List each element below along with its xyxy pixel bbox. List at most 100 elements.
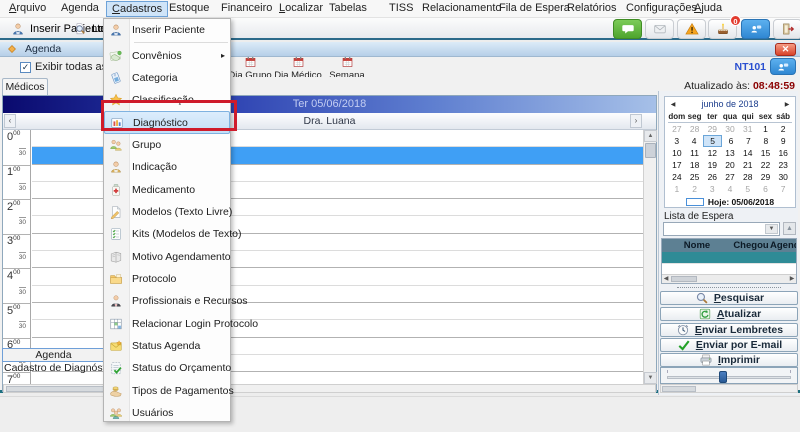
calendar-day[interactable]: 2	[686, 183, 704, 195]
contacts-button[interactable]	[741, 19, 770, 39]
calendar-day[interactable]: 8	[757, 135, 774, 147]
menu-option-medicamento[interactable]: Medicamento	[104, 178, 230, 200]
calendar-day[interactable]: 27	[721, 171, 739, 183]
bottom-tab-agenda[interactable]: Agenda	[2, 348, 105, 362]
menu-item-arquivo[interactable]: Arquivo	[4, 1, 51, 17]
calendar-day[interactable]: 7	[740, 135, 757, 147]
waitlist-selected-row[interactable]	[662, 252, 796, 263]
calendar-day[interactable]: 4	[721, 183, 739, 195]
view-button-dia-grupo[interactable]: Dia Grupo	[228, 57, 272, 77]
menu-option-motivo-agendamento[interactable]: Motivo Agendamento	[104, 245, 230, 267]
menu-option-profissionais-e-recursos[interactable]: Profissionais e Recursos	[104, 290, 230, 312]
calendar-day[interactable]: 27	[668, 123, 686, 135]
calendar-day[interactable]: 30	[721, 123, 739, 135]
menu-option-protocolo[interactable]: Protocolo	[104, 268, 230, 290]
chat-button[interactable]	[613, 19, 642, 39]
calendar-day[interactable]: 12	[703, 147, 721, 159]
right-hscrollbar[interactable]	[660, 384, 798, 393]
enviar-lembretes-button[interactable]: Enviar Lembretes	[660, 323, 798, 337]
calendar-day[interactable]: 4	[685, 135, 702, 147]
vertical-scrollbar[interactable]: ▲ ▼	[643, 130, 656, 384]
mail-button[interactable]	[645, 19, 674, 39]
calendar-day[interactable]: 18	[686, 159, 704, 171]
calendar-day[interactable]: 31	[739, 123, 757, 135]
waitlist-empty-row[interactable]	[662, 263, 796, 274]
calendar-day[interactable]: 3	[703, 183, 721, 195]
calendar-day[interactable]: 14	[739, 147, 757, 159]
slider-thumb[interactable]	[719, 371, 727, 383]
calendar-next-icon[interactable]: ▶	[782, 100, 792, 109]
view-button-semana[interactable]: Semana	[327, 57, 367, 77]
right-hscroll-thumb[interactable]	[662, 386, 696, 392]
menu-item-tiss[interactable]: TISS	[384, 1, 418, 17]
calendar-day[interactable]: 28	[686, 123, 704, 135]
enviar-por-e-mail-button[interactable]: Enviar por E-mail	[660, 338, 798, 352]
waitlist-collapse-icon[interactable]: ▲	[783, 222, 796, 235]
calendar-day[interactable]: 26	[703, 171, 721, 183]
menu-option-status-agenda[interactable]: Status Agenda	[104, 335, 230, 357]
prev-doctor-button[interactable]: ‹	[4, 114, 16, 128]
menu-item-localizar[interactable]: Localizar	[274, 1, 328, 17]
calendar-day[interactable]: 28	[739, 171, 757, 183]
menu-item-cadastros[interactable]: Cadastros	[106, 1, 168, 17]
calendar-day[interactable]: 7	[774, 183, 792, 195]
calendar-day[interactable]: 29	[703, 123, 721, 135]
tab-medicos[interactable]: Médicos	[2, 78, 48, 95]
scroll-up-icon[interactable]: ▲	[644, 130, 657, 142]
menu-option-grupo[interactable]: Grupo	[104, 134, 230, 156]
calendar-day[interactable]: 16	[774, 147, 792, 159]
waitlist-hscrollbar[interactable]: ◀ ▶	[662, 274, 796, 283]
scroll-right-icon[interactable]: ▶	[788, 276, 796, 283]
atualizar-button[interactable]: Atualizar	[660, 307, 798, 321]
vscroll-thumb[interactable]	[645, 143, 656, 158]
calendar-day[interactable]: 17	[668, 159, 686, 171]
calendar-day[interactable]: 6	[722, 135, 739, 147]
calendar-day[interactable]: 24	[668, 171, 686, 183]
calendar-prev-icon[interactable]: ◀	[668, 100, 678, 109]
calendar-day[interactable]: 3	[668, 135, 685, 147]
calendar-day[interactable]: 29	[757, 171, 775, 183]
slider-track[interactable]	[667, 376, 791, 379]
calendar-day[interactable]: 30	[774, 171, 792, 183]
pesquisar-button[interactable]: Pesquisar	[660, 291, 798, 305]
calendar-day[interactable]: 10	[668, 147, 686, 159]
waitlist-hscroll-thumb[interactable]	[671, 276, 697, 282]
imprimir-button[interactable]: Imprimir	[660, 353, 798, 367]
calendar-day[interactable]: 6	[757, 183, 775, 195]
next-doctor-button[interactable]: ›	[630, 114, 642, 128]
menu-option-indicacao[interactable]: Indicação	[104, 156, 230, 178]
calendar-day[interactable]: 5	[739, 183, 757, 195]
calendar-day[interactable]: 20	[721, 159, 739, 171]
calendar-day[interactable]: 15	[757, 147, 775, 159]
menu-option-convenios[interactable]: Convênios▸	[104, 44, 230, 66]
menu-item-agenda[interactable]: Agenda	[56, 1, 104, 17]
menu-option-usuarios[interactable]: Usuários	[104, 402, 230, 424]
menu-option-tipos-de-pagamentos[interactable]: Tipos de Pagamentos	[104, 380, 230, 402]
exit-button[interactable]	[773, 19, 800, 39]
menu-item-relatorios[interactable]: Relatórios	[562, 1, 622, 17]
menu-item-estoque[interactable]: Estoque	[164, 1, 214, 17]
menu-option-relacionar-login-protocolo[interactable]: Relacionar Login Protocolo	[104, 312, 230, 334]
menu-option-inserir-paciente[interactable]: Inserir Paciente	[104, 19, 230, 41]
calendar-day[interactable]: 13	[721, 147, 739, 159]
birthday-button[interactable]: 0	[708, 19, 737, 39]
calendar-day[interactable]: 19	[703, 159, 721, 171]
warning-button[interactable]	[677, 19, 706, 39]
calendar-day[interactable]: 2	[774, 123, 792, 135]
menu-option-categoria[interactable]: Categoria	[104, 67, 230, 89]
calendar-selected-day[interactable]: 5	[703, 135, 722, 147]
calendar-day[interactable]: 11	[686, 147, 704, 159]
menu-item-financeiro[interactable]: Financeiro	[216, 1, 277, 17]
view-button-dia-medico[interactable]: Dia Médico	[273, 57, 323, 77]
calendar-day[interactable]: 23	[774, 159, 792, 171]
menu-option-modelos-texto-livre[interactable]: Modelos (Texto Livre)	[104, 201, 230, 223]
menu-item-tabelas[interactable]: Tabelas	[324, 1, 372, 17]
schedule-hscrollbar[interactable]	[3, 384, 656, 393]
contacts-blue-icon[interactable]	[770, 58, 796, 75]
scroll-left-icon[interactable]: ◀	[662, 276, 670, 283]
calendar-day[interactable]: 1	[668, 183, 686, 195]
calendar-day[interactable]: 22	[757, 159, 775, 171]
close-button[interactable]: ✕	[775, 43, 796, 56]
calendar-day[interactable]: 9	[775, 135, 792, 147]
calendar-day[interactable]: 1	[757, 123, 775, 135]
